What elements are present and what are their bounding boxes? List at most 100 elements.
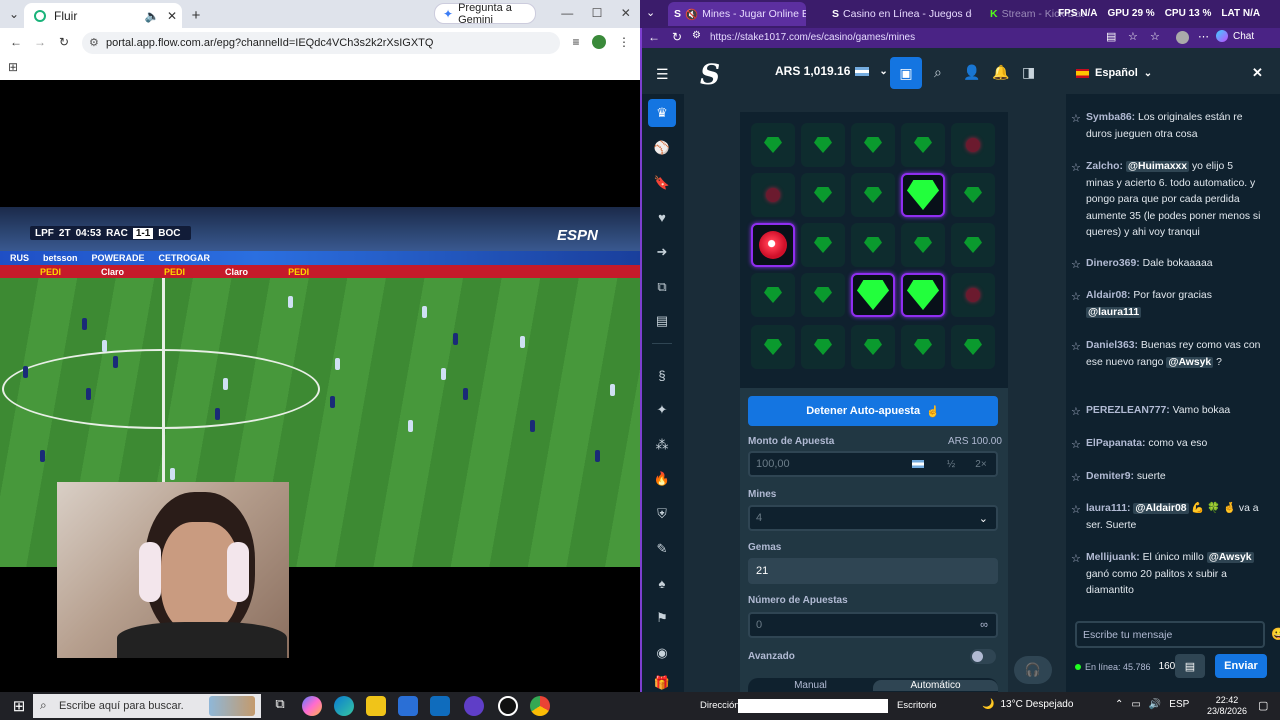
- tab-fluir[interactable]: Fluir 🔈 ✕: [24, 3, 182, 28]
- sidebar-recent-icon[interactable]: ➜: [648, 238, 676, 266]
- sidebar-sports-icon[interactable]: ⚾: [648, 134, 676, 162]
- reload-icon[interactable]: ↻: [54, 35, 74, 49]
- chat-username[interactable]: PEREZLEAN777:: [1086, 405, 1170, 416]
- mines-tile[interactable]: [951, 173, 995, 217]
- close-chat-icon[interactable]: ✕: [1252, 65, 1263, 81]
- chat-username[interactable]: Mellijuank:: [1086, 552, 1140, 563]
- sidebar-tools-icon[interactable]: ✎: [648, 535, 676, 563]
- speaker-icon[interactable]: 🔈: [142, 9, 162, 23]
- gems-input[interactable]: 21: [748, 558, 998, 584]
- apps-grid-icon[interactable]: ⊞: [8, 60, 18, 74]
- minimize-icon[interactable]: —: [561, 6, 573, 20]
- chat-username[interactable]: Daniel363:: [1086, 340, 1138, 351]
- tab-list-chevron-icon[interactable]: ⌄: [4, 7, 24, 21]
- mines-tile[interactable]: [751, 223, 795, 267]
- reload-icon[interactable]: ↻: [672, 30, 682, 44]
- chat-username[interactable]: Zalcho:: [1086, 161, 1123, 172]
- chat-username[interactable]: Demiter9:: [1086, 471, 1134, 482]
- notifications-icon[interactable]: 🔔: [992, 64, 1009, 81]
- reader-icon[interactable]: ▤: [1106, 30, 1116, 43]
- chat-username[interactable]: Dinero369:: [1086, 258, 1140, 269]
- mines-tile[interactable]: [851, 173, 895, 217]
- chat-language-select[interactable]: Español: [1095, 67, 1138, 79]
- menu-dots-icon[interactable]: ⋯: [1198, 30, 1209, 43]
- tab-manual[interactable]: Manual: [748, 680, 873, 691]
- mines-tile[interactable]: [851, 223, 895, 267]
- tab-mines[interactable]: S 🔇 Mines - Jugar Online Buscam ✕: [668, 2, 806, 26]
- task-view-icon[interactable]: ⧉: [270, 696, 290, 716]
- gemini-button[interactable]: ✦ Pregunta a Gemini: [434, 2, 536, 26]
- media-icon[interactable]: ≡: [566, 35, 586, 49]
- mines-tile[interactable]: [951, 123, 995, 167]
- sidebar-bets-icon[interactable]: ▤: [648, 307, 676, 335]
- wallet-button[interactable]: ▣: [890, 57, 922, 89]
- network-icon[interactable]: ▭: [1131, 699, 1140, 710]
- favorite-icon[interactable]: ☆: [1128, 30, 1138, 43]
- site-info-icon[interactable]: ⚙: [692, 30, 701, 41]
- mines-tile[interactable]: [951, 273, 995, 317]
- mines-tile[interactable]: [951, 325, 995, 369]
- bet-amount-input[interactable]: 100,00 ½ 2×: [748, 451, 998, 477]
- chat-mention[interactable]: @Awsyk: [1166, 356, 1214, 368]
- back-icon[interactable]: ←: [6, 35, 26, 49]
- mines-tile[interactable]: [751, 173, 795, 217]
- tab-automatic[interactable]: Automático: [873, 679, 998, 691]
- chat-username[interactable]: Symba86:: [1086, 112, 1135, 123]
- mines-tile[interactable]: [801, 123, 845, 167]
- hamburger-menu-icon[interactable]: ☰: [656, 66, 669, 83]
- mines-tile[interactable]: [851, 123, 895, 167]
- mines-tile[interactable]: [751, 123, 795, 167]
- sidebar-promos-icon[interactable]: ⚑: [648, 604, 676, 632]
- sidebar-poker-icon[interactable]: ♠: [648, 569, 676, 597]
- sidebar-bookmark-icon[interactable]: 🔖: [648, 169, 676, 197]
- tab-list-icon[interactable]: ⌄: [646, 6, 655, 19]
- mines-tile[interactable]: [901, 223, 945, 267]
- back-icon[interactable]: ←: [648, 30, 660, 44]
- obs-app-icon[interactable]: [498, 696, 518, 716]
- emoji-icon[interactable]: 😀: [1271, 627, 1280, 641]
- maximize-icon[interactable]: ☐: [592, 6, 603, 20]
- mines-select[interactable]: 4 ⌄: [748, 505, 998, 531]
- mines-tile[interactable]: [901, 273, 945, 317]
- chat-mention[interactable]: @Awsyk: [1206, 552, 1254, 563]
- sidebar-toggle-icon[interactable]: ◨: [1022, 64, 1035, 81]
- double-bet-button[interactable]: 2×: [966, 459, 996, 470]
- user-icon[interactable]: 👤: [963, 64, 980, 81]
- sidebar-favorites-icon[interactable]: ♥: [648, 203, 676, 231]
- mines-tile[interactable]: [851, 325, 895, 369]
- profile-avatar[interactable]: [592, 35, 606, 49]
- volume-icon[interactable]: 🔊: [1149, 699, 1161, 710]
- windows-start-icon[interactable]: ⊞: [8, 695, 30, 717]
- menu-dots-icon[interactable]: ⋮: [614, 35, 634, 49]
- sidebar-slots-icon[interactable]: ⁂: [648, 431, 676, 459]
- sidebar-live-icon[interactable]: ⛨: [648, 500, 676, 528]
- stake-logo[interactable]: S: [700, 58, 720, 91]
- chrome-app-icon[interactable]: [530, 696, 550, 716]
- chat-username[interactable]: laura111:: [1086, 503, 1130, 514]
- copilot-app-icon[interactable]: [302, 696, 322, 716]
- chat-username[interactable]: Aldair08:: [1086, 290, 1130, 301]
- infinity-icon[interactable]: ∞: [980, 619, 988, 631]
- chat-mention[interactable]: @Aldair08: [1133, 503, 1189, 514]
- chat-rules-button[interactable]: ▤: [1175, 654, 1205, 678]
- tab-casino[interactable]: S Casino en Línea - Juegos de Casi ✕: [826, 2, 972, 26]
- mines-tile[interactable]: [851, 273, 895, 317]
- address-bar[interactable]: ⚙ portal.app.flow.com.ar/epg?channelId=I…: [82, 32, 560, 54]
- collections-icon[interactable]: ☆: [1150, 30, 1160, 43]
- edge-app-icon[interactable]: [334, 696, 354, 716]
- mines-tile[interactable]: [751, 273, 795, 317]
- chat-mention[interactable]: @laura111: [1086, 306, 1142, 318]
- store-app-icon[interactable]: [398, 696, 418, 716]
- send-button[interactable]: Enviar: [1215, 654, 1267, 678]
- address-toolbar-input[interactable]: [738, 699, 888, 713]
- sidebar-new-icon[interactable]: ✦: [648, 396, 676, 424]
- notification-center-icon[interactable]: ▢: [1258, 699, 1268, 712]
- mines-tile[interactable]: [801, 173, 845, 217]
- chat-message-input[interactable]: Escribe tu mensaje 😀: [1075, 621, 1280, 648]
- tab-close-icon[interactable]: ✕: [162, 9, 182, 23]
- advanced-toggle[interactable]: [970, 649, 996, 664]
- file-explorer-icon[interactable]: [366, 696, 386, 716]
- mines-tile[interactable]: [801, 273, 845, 317]
- number-of-bets-input[interactable]: 0 ∞: [748, 612, 998, 638]
- mines-tile[interactable]: [801, 325, 845, 369]
